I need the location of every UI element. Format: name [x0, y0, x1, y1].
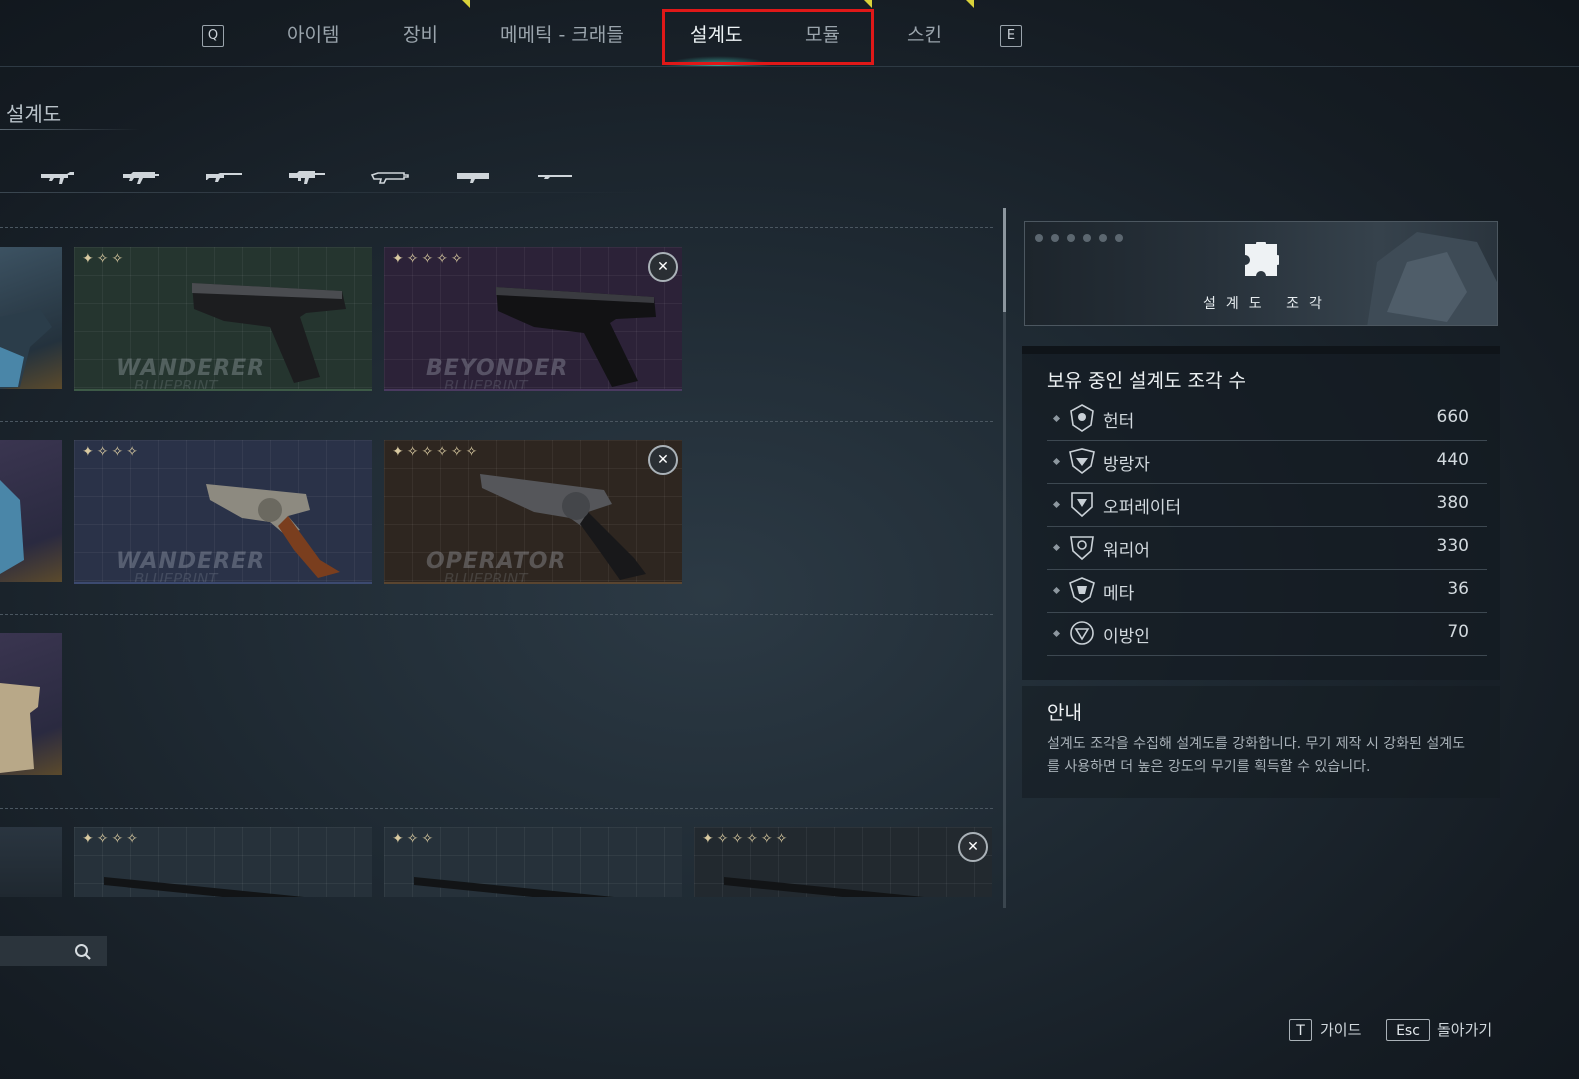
- blueprint-card-partial[interactable]: [0, 247, 62, 389]
- blueprint-card-partial[interactable]: [0, 827, 62, 897]
- sniper-rifle-icon[interactable]: [536, 166, 576, 186]
- faction-emblems-icon: [1035, 234, 1123, 242]
- blueprint-card[interactable]: ✦✧✧✧✧ BEYONDER BLUEPRINT ✕: [384, 247, 682, 391]
- tab-skins[interactable]: 스킨: [907, 18, 942, 52]
- new-indicator-tick: [864, 0, 872, 8]
- title-underline: [0, 129, 140, 130]
- expand-icon[interactable]: ✕: [648, 252, 678, 282]
- stranger-emblem-icon: [1070, 621, 1094, 645]
- operator-emblem-icon: [1071, 492, 1093, 518]
- search-input[interactable]: [0, 936, 107, 966]
- expand-icon[interactable]: ✕: [958, 832, 988, 862]
- next-tab-key[interactable]: E: [1000, 25, 1022, 47]
- search-icon[interactable]: [74, 943, 92, 961]
- escape-key[interactable]: Esc: [1386, 1019, 1430, 1041]
- new-indicator-tick: [462, 0, 470, 8]
- scrollbar-track[interactable]: [1003, 208, 1006, 908]
- blueprint-card[interactable]: ✦✧✧ WANDERER BLUEPRINT: [74, 247, 372, 391]
- expand-icon[interactable]: ✕: [648, 445, 678, 475]
- blueprint-card[interactable]: ✦✧✧✧ WANDERER BLUEPRINT: [74, 440, 372, 584]
- guide-description: 설계도 조각을 수집해 설계도를 강화합니다. 무기 제작 시 강화된 설계도를…: [1047, 736, 1466, 775]
- row-divider: [0, 614, 993, 615]
- smg-icon[interactable]: [38, 166, 78, 186]
- guide-hint-label[interactable]: 가이드: [1320, 1019, 1361, 1041]
- blueprint-card-partial[interactable]: [0, 440, 62, 582]
- fragment-name: 이방인: [1103, 627, 1150, 647]
- rifle-barrel-icon: [414, 877, 614, 897]
- blueprint-card[interactable]: ✦✧✧✧✧✧ OPERATOR BLUEPRINT ✕: [384, 440, 682, 584]
- revolver-icon: [0, 480, 24, 574]
- meta-emblem-icon: [1069, 577, 1095, 603]
- hunter-emblem-icon: [1070, 404, 1094, 432]
- rifle-barrel-icon: [724, 877, 924, 897]
- fragment-row: 오퍼레이터 380: [1047, 483, 1487, 527]
- tab-items[interactable]: 아이템: [287, 18, 339, 52]
- pistol-icon: [0, 309, 52, 389]
- fragment-name: 방랑자: [1103, 455, 1150, 475]
- fragment-count: 440: [1436, 450, 1469, 470]
- rifle-icon[interactable]: [204, 166, 244, 186]
- blueprint-subtitle: BLUEPRINT: [444, 377, 528, 391]
- fragment-count: 330: [1436, 536, 1469, 556]
- bullet-icon: [1052, 414, 1061, 423]
- fragment-name: 헌터: [1103, 412, 1135, 432]
- bullet-icon: [1052, 543, 1061, 552]
- guide-title: 안내: [1047, 702, 1082, 724]
- row-divider: [0, 421, 993, 422]
- blueprint-card[interactable]: ✦✧✧✧✧✧ ✕: [694, 827, 992, 897]
- fragment-count: 70: [1447, 622, 1469, 642]
- blueprint-subtitle: BLUEPRINT: [134, 570, 218, 584]
- fragment-banner-label: 설계도 조각: [1203, 296, 1332, 312]
- bullet-icon: [1052, 629, 1061, 638]
- scrollbar-thumb[interactable]: [1003, 208, 1006, 312]
- shotgun-icon[interactable]: [370, 166, 410, 186]
- fragment-name: 워리어: [1103, 541, 1150, 561]
- prev-tab-key[interactable]: Q: [202, 25, 224, 47]
- fragment-name: 메타: [1103, 584, 1135, 604]
- fragment-name: 오퍼레이터: [1103, 498, 1182, 518]
- new-indicator-tick: [966, 0, 974, 8]
- tab-equipment[interactable]: 장비: [403, 18, 438, 52]
- row-divider: [0, 808, 993, 809]
- fragment-row: 워리어 330: [1047, 526, 1487, 570]
- character-art-icon: [1367, 232, 1497, 325]
- wanderer-emblem-icon: [1069, 448, 1095, 475]
- puzzle-piece-icon: [1245, 242, 1279, 276]
- launcher-icon[interactable]: [453, 166, 493, 186]
- blueprint-subtitle: BLUEPRINT: [444, 570, 528, 584]
- fragment-row: 메타 36: [1047, 569, 1487, 613]
- guide-key[interactable]: T: [1289, 1019, 1312, 1041]
- fragment-count: 660: [1436, 407, 1469, 427]
- fragment-row: 이방인 70: [1047, 612, 1487, 656]
- annotation-highlight-box: [662, 9, 874, 65]
- warrior-emblem-icon: [1070, 536, 1094, 561]
- bullet-icon: [1052, 500, 1061, 509]
- assault-rifle-icon[interactable]: [121, 166, 161, 186]
- tab-memetic-cradle[interactable]: 메메틱 - 크래들: [500, 18, 624, 52]
- section-title: 설계도: [6, 102, 62, 126]
- filter-underline: [0, 192, 650, 193]
- bullet-icon: [1052, 457, 1061, 466]
- blueprint-card[interactable]: ✦✧✧✧: [74, 827, 372, 897]
- fragment-count: 380: [1436, 493, 1469, 513]
- row-divider: [0, 227, 993, 228]
- fragment-row: 헌터 660: [1047, 397, 1487, 441]
- rifle-barrel-icon: [104, 877, 304, 897]
- fragment-count-header: 보유 중인 설계도 조각 수: [1047, 370, 1246, 392]
- fragment-row: 방랑자 440: [1047, 440, 1487, 484]
- pistol-icon: [0, 683, 40, 773]
- machine-gun-icon[interactable]: [287, 166, 327, 186]
- fragment-count: 36: [1447, 579, 1469, 599]
- info-header-strip: [1022, 346, 1500, 354]
- blueprint-card[interactable]: ✦✧✧: [384, 827, 682, 897]
- back-hint-label[interactable]: 돌아가기: [1437, 1019, 1492, 1041]
- blueprint-card-partial[interactable]: [0, 633, 62, 775]
- bullet-icon: [1052, 586, 1061, 595]
- blueprint-subtitle: BLUEPRINT: [134, 377, 218, 391]
